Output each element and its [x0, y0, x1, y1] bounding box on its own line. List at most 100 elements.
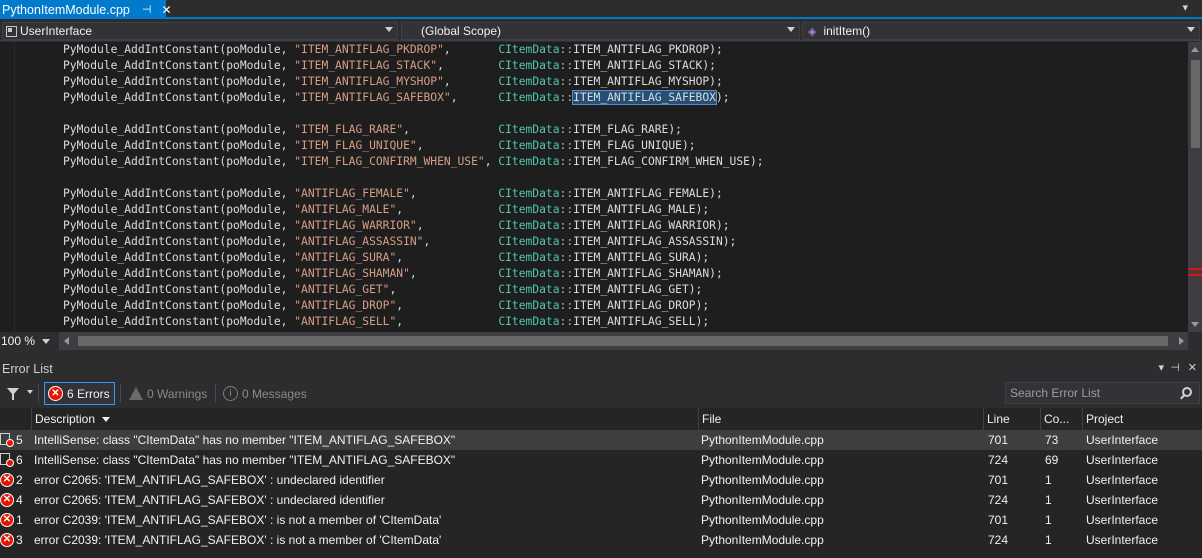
column-header-description[interactable]: Description: [31, 408, 698, 430]
code-type-name: CItemData: [498, 123, 560, 136]
error-line: 724: [988, 453, 1009, 467]
separator: [215, 384, 216, 403]
table-row[interactable]: 5 IntelliSense: class "CItemData" has no …: [0, 430, 1202, 450]
row-icon-cell: 6: [0, 450, 31, 470]
separator: [120, 384, 121, 403]
code-line[interactable]: [63, 106, 764, 122]
code-line[interactable]: PyModule_AddIntConstant(poModule, "ITEM_…: [63, 138, 764, 154]
method-icon: ◈: [808, 25, 817, 38]
filter-icon[interactable]: [7, 388, 19, 400]
code-line[interactable]: PyModule_AddIntConstant(poModule, "ANTIF…: [63, 266, 764, 282]
code-identifier: ITEM_ANTIFLAG_PKDROP: [573, 43, 710, 56]
error-file: PythonItemModule.cpp: [701, 493, 824, 507]
code-punctuation: );: [688, 283, 703, 296]
messages-filter-button[interactable]: i 0 Messages: [221, 382, 309, 405]
scrollbar-thumb[interactable]: [1191, 60, 1200, 148]
error-table: Description File Line Co... Project 5 Int…: [0, 408, 1202, 558]
code-line[interactable]: PyModule_AddIntConstant(poModule, "ITEM_…: [63, 154, 764, 170]
pin-icon[interactable]: ⊣: [1170, 361, 1180, 374]
messages-count: 0 Messages: [242, 386, 307, 401]
column-header-file[interactable]: File: [698, 408, 983, 430]
code-text[interactable]: PyModule_AddIntConstant(poModule, "ITEM_…: [63, 42, 764, 330]
errors-filter-button[interactable]: ✕ 6 Errors: [44, 382, 115, 405]
code-identifier: ITEM_ANTIFLAG_GET: [573, 283, 689, 296]
code-scope-operator: ::: [559, 43, 574, 56]
code-line[interactable]: PyModule_AddIntConstant(poModule, "ITEM_…: [63, 90, 764, 106]
code-string-literal: "ITEM_ANTIFLAG_STACK": [294, 59, 438, 72]
code-identifier: ITEM_ANTIFLAG_DROP: [573, 299, 696, 312]
code-line[interactable]: PyModule_AddIntConstant(poModule, "ITEM_…: [63, 58, 764, 74]
code-type-name: CItemData: [498, 219, 560, 232]
table-row[interactable]: ✕ 3 error C2039: 'ITEM_ANTIFLAG_SAFEBOX' :…: [0, 530, 1202, 550]
chevron-down-icon[interactable]: ▾: [1182, 1, 1188, 14]
project-dropdown-value: UserInterface: [20, 24, 93, 38]
code-punctuation: ,: [416, 219, 499, 232]
error-number: 2: [16, 473, 23, 487]
search-error-list-input[interactable]: Search Error List: [1005, 382, 1200, 404]
scroll-right-icon[interactable]: [1179, 337, 1184, 345]
code-scope-operator: ::: [559, 315, 574, 328]
error-line: 701: [988, 513, 1009, 527]
column-header-line[interactable]: Line: [983, 408, 1040, 430]
scope-dropdown[interactable]: (Global Scope): [401, 22, 800, 40]
error-file: PythonItemModule.cpp: [701, 453, 824, 467]
table-row[interactable]: ✕ 4 error C2065: 'ITEM_ANTIFLAG_SAFEBOX' :…: [0, 490, 1202, 510]
scroll-up-icon[interactable]: [1191, 47, 1199, 52]
error-list-toolbar: ✕ 6 Errors 0 Warnings i 0 Messages Searc…: [0, 380, 1202, 407]
code-punctuation: );: [668, 123, 682, 136]
scroll-left-icon[interactable]: [64, 337, 69, 345]
scrollbar-thumb[interactable]: [78, 336, 1168, 346]
tab-pythonitemmodule[interactable]: PythonItemModule.cpp ⊣ ✕: [0, 0, 172, 19]
editor-margin: [14, 42, 15, 332]
code-line[interactable]: PyModule_AddIntConstant(poModule, "ANTIF…: [63, 234, 764, 250]
code-punctuation: ,: [396, 315, 499, 328]
code-line[interactable]: [63, 170, 764, 186]
code-call: PyModule_AddIntConstant(poModule,: [63, 283, 295, 296]
row-icon-cell: ✕ 3: [0, 530, 31, 550]
column-header-column[interactable]: Co...: [1040, 408, 1082, 430]
code-identifier: ITEM_ANTIFLAG_MYSHOP: [573, 75, 710, 88]
code-type-name: CItemData: [498, 267, 560, 280]
error-file: PythonItemModule.cpp: [701, 513, 824, 527]
editor-horizontal-scrollbar[interactable]: [60, 332, 1188, 350]
code-editor[interactable]: PyModule_AddIntConstant(poModule, "ITEM_…: [0, 42, 1188, 332]
code-line[interactable]: PyModule_AddIntConstant(poModule, "ITEM_…: [63, 42, 764, 58]
member-dropdown[interactable]: ◈ initItem(): [802, 22, 1200, 40]
code-line[interactable]: PyModule_AddIntConstant(poModule, "ANTIF…: [63, 282, 764, 298]
chevron-down-icon: [42, 339, 50, 344]
code-identifier: ITEM_FLAG_RARE: [573, 123, 669, 136]
code-line[interactable]: PyModule_AddIntConstant(poModule, "ANTIF…: [63, 218, 764, 234]
warnings-filter-button[interactable]: 0 Warnings: [127, 382, 211, 405]
close-icon[interactable]: ✕: [1188, 361, 1197, 374]
zoom-dropdown[interactable]: 100 %: [0, 332, 60, 350]
search-icon[interactable]: [1182, 387, 1192, 397]
code-line[interactable]: PyModule_AddIntConstant(poModule, "ANTIF…: [63, 314, 764, 330]
column-header-project[interactable]: Project: [1082, 408, 1202, 430]
table-row[interactable]: ✕ 2 error C2065: 'ITEM_ANTIFLAG_SAFEBOX' :…: [0, 470, 1202, 490]
code-line[interactable]: PyModule_AddIntConstant(poModule, "ITEM_…: [63, 74, 764, 90]
code-call: PyModule_AddIntConstant(poModule,: [63, 75, 295, 88]
code-line[interactable]: PyModule_AddIntConstant(poModule, "ANTIF…: [63, 186, 764, 202]
code-line[interactable]: PyModule_AddIntConstant(poModule, "ANTIF…: [63, 202, 764, 218]
separator: [38, 384, 39, 403]
dropdown-icon[interactable]: ▾: [1158, 361, 1164, 374]
pin-icon[interactable]: ⊣: [142, 3, 152, 16]
code-identifier: ITEM_ANTIFLAG_WARRIOR: [573, 219, 716, 232]
code-line[interactable]: PyModule_AddIntConstant(poModule, "ANTIF…: [63, 298, 764, 314]
code-line[interactable]: PyModule_AddIntConstant(poModule, "ITEM_…: [63, 122, 764, 138]
code-punctuation: );: [709, 187, 723, 200]
table-row[interactable]: ✕ 1 error C2039: 'ITEM_ANTIFLAG_SAFEBOX' :…: [0, 510, 1202, 530]
code-call: PyModule_AddIntConstant(poModule,: [63, 267, 295, 280]
chevron-down-icon[interactable]: [27, 390, 33, 394]
code-identifier: ITEM_ANTIFLAG_ASSASSIN: [573, 235, 723, 248]
scroll-down-icon[interactable]: [1191, 322, 1199, 327]
error-number: 6: [16, 453, 23, 467]
code-call: PyModule_AddIntConstant(poModule,: [63, 203, 295, 216]
close-icon[interactable]: ✕: [161, 3, 171, 17]
error-description: IntelliSense: class "CItemData" has no m…: [34, 433, 456, 447]
chevron-down-icon: [787, 27, 795, 32]
table-row[interactable]: 6 IntelliSense: class "CItemData" has no …: [0, 450, 1202, 470]
project-dropdown[interactable]: UserInterface: [2, 22, 398, 40]
editor-vertical-scrollbar[interactable]: [1188, 42, 1202, 332]
code-line[interactable]: PyModule_AddIntConstant(poModule, "ANTIF…: [63, 250, 764, 266]
